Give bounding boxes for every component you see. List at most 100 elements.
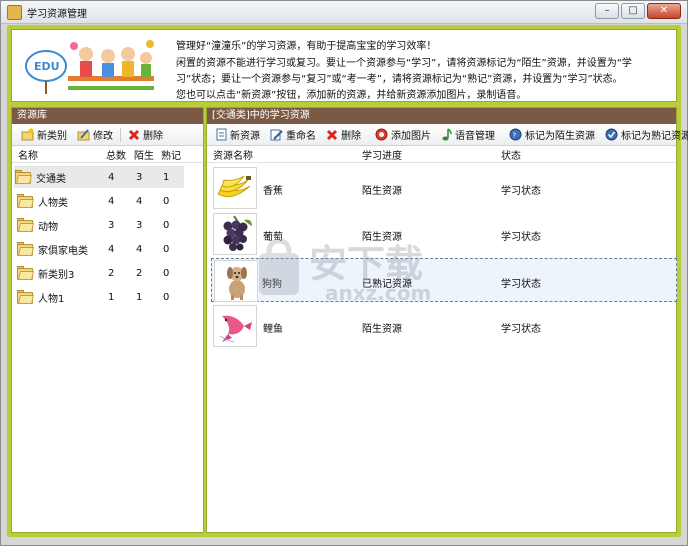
category-row[interactable]: 人物类 4 4 0 — [16, 190, 186, 212]
new-category-button[interactable]: 新类别 — [16, 125, 72, 144]
category-total: 2 — [108, 267, 115, 279]
delete-resource-button[interactable]: 删除 — [321, 125, 366, 144]
col-resource-name[interactable]: 资源名称 — [213, 147, 253, 162]
category-total: 3 — [108, 219, 115, 231]
mark-unfamiliar-label: 标记为陌生资源 — [525, 131, 595, 142]
window-title: 学习资源管理 — [27, 9, 87, 20]
delete-x-icon — [128, 129, 140, 140]
category-familiar: 0 — [163, 243, 170, 255]
resource-name: 葡萄 — [263, 232, 283, 243]
col-status[interactable]: 状态 — [501, 147, 521, 162]
resource-progress: 陌生资源 — [362, 186, 402, 197]
resource-toolbar: 新资源 重命名 删除 添加图片 语音管理 ? 标记为陌生资源 标记为熟记资源 — [207, 124, 688, 146]
new-resource-button[interactable]: 新资源 — [211, 125, 265, 144]
resource-status: 学习状态 — [501, 186, 541, 197]
folder-icon — [14, 169, 32, 185]
banner-line-4: 您也可以点击“新资源”按钮，添加新的资源，并给新资源添加图片，录制语音。 — [176, 90, 527, 101]
banner-line-3: 习”状态；要让一个资源参与“复习”或“考一考”，请将资源标记为“熟记”资源，并设… — [176, 74, 623, 85]
add-image-icon — [375, 128, 388, 141]
resource-column-header: 资源名称 学习进度 状态 — [207, 146, 676, 163]
folder-icon — [16, 289, 34, 305]
col-unfamiliar[interactable]: 陌生 — [134, 147, 154, 162]
category-panel: 资源库 新类别 修改 删除 名称 总数 陌生 熟记 交通类 4 3 1 人物类 … — [11, 107, 204, 533]
category-row[interactable]: 动物 3 3 0 — [16, 214, 186, 236]
rename-icon — [270, 129, 283, 141]
col-name[interactable]: 名称 — [18, 147, 38, 162]
folder-icon — [16, 217, 34, 233]
minimize-button[interactable]: – — [595, 3, 619, 19]
edu-logo-text: EDU — [34, 60, 60, 73]
category-unfamiliar: 1 — [136, 291, 143, 303]
category-familiar: 1 — [163, 171, 170, 183]
resource-row[interactable]: 葡萄 陌生资源 学习状态 — [211, 212, 677, 256]
col-total[interactable]: 总数 — [106, 147, 126, 162]
category-row[interactable]: 交通类 4 3 1 — [14, 166, 184, 188]
mark-familiar-button[interactable]: 标记为熟记资源 — [600, 125, 688, 144]
category-row[interactable]: 新类别3 2 2 0 — [16, 262, 186, 284]
edit-icon — [77, 129, 90, 141]
grapes-image — [223, 215, 252, 251]
category-panel-header: 资源库 — [12, 108, 203, 124]
category-name: 新类别3 — [38, 269, 75, 281]
dog-thumbnail — [214, 260, 258, 302]
resource-progress: 陌生资源 — [362, 232, 402, 243]
category-total: 1 — [108, 291, 115, 303]
add-image-label: 添加图片 — [391, 131, 431, 142]
mark-unfamiliar-button[interactable]: ? 标记为陌生资源 — [504, 125, 600, 144]
col-familiar[interactable]: 熟记 — [161, 147, 181, 162]
new-resource-label: 新资源 — [230, 131, 260, 142]
mark-familiar-icon — [605, 128, 618, 141]
resource-row[interactable]: 鲤鱼 陌生资源 学习状态 — [211, 304, 677, 348]
category-unfamiliar: 2 — [136, 267, 143, 279]
category-name: 人物1 — [38, 293, 65, 305]
category-total: 4 — [108, 195, 115, 207]
category-row[interactable]: 人物1 1 1 0 — [16, 286, 186, 308]
resource-status: 学习状态 — [501, 324, 541, 335]
category-toolbar: 新类别 修改 删除 — [12, 124, 203, 146]
folder-icon — [16, 241, 34, 257]
category-unfamiliar: 3 — [136, 171, 143, 183]
title-bar[interactable]: 学习资源管理 – □ ✕ — [1, 1, 687, 24]
rename-button[interactable]: 重命名 — [265, 125, 321, 144]
category-familiar: 0 — [163, 267, 170, 279]
resource-name: 香蕉 — [263, 186, 283, 197]
resource-panel-header: [交通类]中的学习资源 — [207, 108, 676, 124]
resource-panel: [交通类]中的学习资源 新资源 重命名 删除 添加图片 语音管理 ? 标记为陌生… — [206, 107, 688, 533]
info-banner: EDU 管理好“潼潼乐”的学习资源，有助于提高宝宝的学习效率！ 闲置的资源不能进… — [11, 29, 677, 102]
resource-progress: 已熟记资源 — [362, 279, 412, 290]
delete-category-button[interactable]: 删除 — [123, 125, 168, 144]
category-familiar: 0 — [163, 219, 170, 231]
mark-familiar-label: 标记为熟记资源 — [621, 131, 688, 142]
banana-image — [217, 175, 251, 198]
resource-row[interactable]: 香蕉 陌生资源 学习状态 — [211, 166, 677, 210]
mark-unfamiliar-icon: ? — [509, 128, 522, 141]
resource-status: 学习状态 — [501, 279, 541, 290]
category-total: 4 — [108, 243, 115, 255]
banner-line-2: 闲置的资源不能进行学习或复习。要让一个资源参与“学习”，请将资源标记为“陌生”资… — [176, 58, 632, 69]
folder-icon — [16, 265, 34, 281]
edit-category-label: 修改 — [93, 131, 113, 142]
resource-row-selected[interactable]: 狗狗 已熟记资源 学习状态 — [211, 258, 677, 302]
category-total: 4 — [108, 171, 115, 183]
col-progress[interactable]: 学习进度 — [362, 147, 402, 162]
maximize-button[interactable]: □ — [621, 3, 645, 19]
voice-manage-label: 语音管理 — [455, 131, 495, 142]
resource-name: 鲤鱼 — [263, 324, 283, 335]
add-image-button[interactable]: 添加图片 — [370, 125, 436, 144]
edit-category-button[interactable]: 修改 — [72, 125, 118, 144]
category-familiar: 0 — [163, 195, 170, 207]
music-note-icon — [442, 128, 452, 141]
toolbar-divider — [120, 127, 121, 142]
rename-label: 重命名 — [286, 131, 316, 142]
category-column-header: 名称 总数 陌生 熟记 — [12, 146, 203, 163]
category-unfamiliar: 4 — [136, 195, 143, 207]
new-folder-icon — [21, 128, 34, 141]
close-button[interactable]: ✕ — [647, 3, 681, 19]
kids-illustration: EDU — [25, 40, 154, 94]
category-row[interactable]: 家俱家电类 4 4 0 — [16, 238, 186, 260]
new-category-label: 新类别 — [37, 131, 67, 142]
app-window: 学习资源管理 – □ ✕ EDU 管理好“潼潼乐”的学习资源，有助于提高宝宝的学… — [0, 0, 688, 546]
folder-icon — [16, 193, 34, 209]
voice-manage-button[interactable]: 语音管理 — [436, 125, 500, 144]
delete-resource-label: 删除 — [341, 131, 361, 142]
